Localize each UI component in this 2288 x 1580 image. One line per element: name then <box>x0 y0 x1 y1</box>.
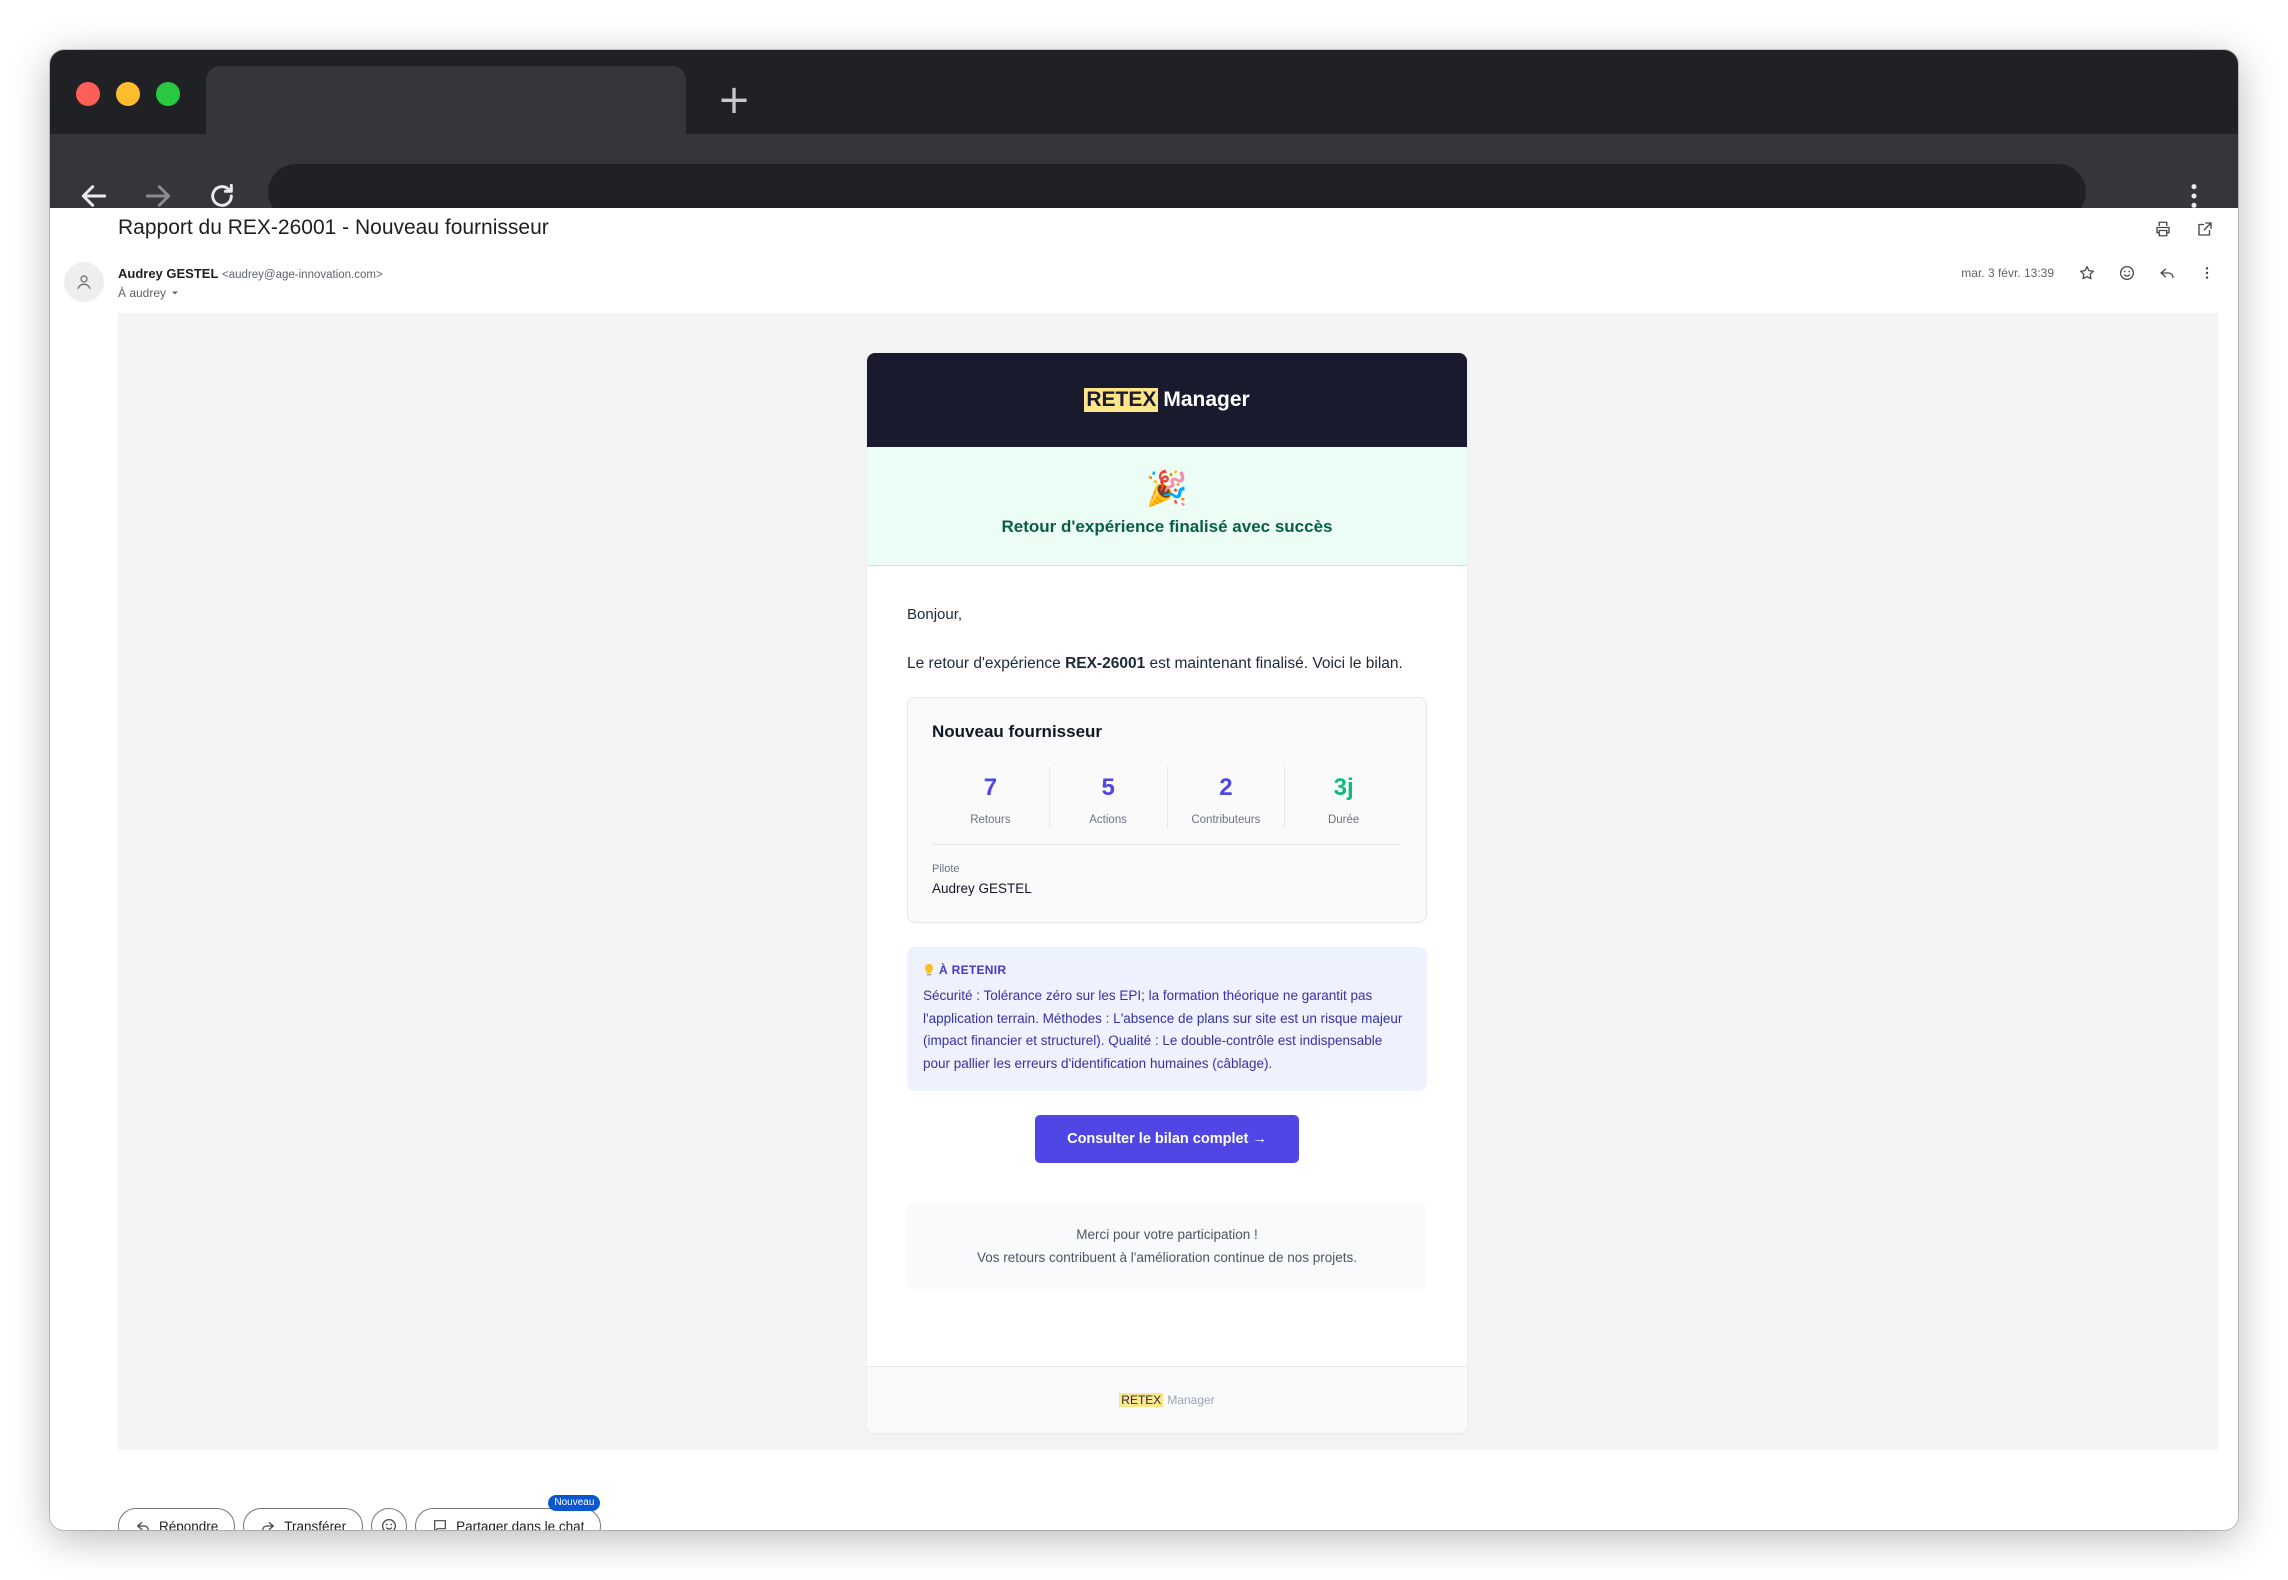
greeting: Bonjour, <box>907 606 963 623</box>
reply-label: Répondre <box>159 1518 219 1531</box>
cta-wrapper: Consulter le bilan complet → <box>907 1115 1427 1163</box>
stat-value: 2 <box>1219 774 1233 801</box>
stat-contributeurs: 2 Contributeurs <box>1168 766 1286 828</box>
card-footer: RETEX Manager <box>867 1366 1467 1433</box>
recipient-dropdown[interactable]: À audrey <box>118 286 180 300</box>
party-popper-icon: 🎉 <box>1145 469 1189 509</box>
stat-value: 7 <box>983 774 998 801</box>
view-full-report-button[interactable]: Consulter le bilan complet → <box>1035 1115 1299 1163</box>
brand-highlight: RETEX <box>1084 388 1159 412</box>
success-banner: 🎉 Retour d'expérience finalisé avec succ… <box>867 447 1467 566</box>
sender-line: Audrey GESTEL <audrey@age-innovation.com… <box>118 266 383 281</box>
card-body: Bonjour, Le retour d'expérience REX-2600… <box>867 566 1467 1289</box>
stat-label: Retours <box>970 814 1011 826</box>
emoji-button[interactable] <box>371 1508 408 1530</box>
stat-value: 3j <box>1333 774 1354 801</box>
summary-box: Nouveau fournisseur 7 Retours 5 Actions <box>907 697 1427 923</box>
pilot-label: Pilote <box>932 863 960 875</box>
rex-code: REX-26001 <box>1065 655 1146 672</box>
new-badge: Nouveau <box>548 1495 601 1511</box>
email-subject: Rapport du REX-26001 - Nouveau fournisse… <box>118 216 549 239</box>
thanks-box: Merci pour votre participation ! Vos ret… <box>907 1203 1427 1289</box>
more-options-icon[interactable] <box>2194 260 2220 286</box>
mail-view: Rapport du REX-26001 - Nouveau fournisse… <box>50 208 2238 1530</box>
smiley-icon <box>382 1518 397 1530</box>
card-header-logo: RETEX Manager <box>867 353 1467 447</box>
banner-title: Retour d'expérience finalisé avec succès <box>1001 517 1333 536</box>
message-meta: mar. 3 févr. 13:39 <box>1961 260 2220 286</box>
intro-after: est maintenant finalisé. Voici le bilan. <box>1145 655 1403 672</box>
stat-value: 5 <box>1101 774 1115 801</box>
forward-label: Transférer <box>284 1518 347 1531</box>
summary-title: Nouveau fournisseur <box>932 722 1103 741</box>
print-icon[interactable] <box>2150 216 2176 242</box>
minimize-window-button[interactable] <box>116 82 140 106</box>
takeaways-heading: À RETENIR <box>923 963 1411 977</box>
chat-bubble-icon <box>434 1520 446 1530</box>
sender-email: <audrey@age-innovation.com> <box>222 269 383 281</box>
forward-button[interactable]: Transférer <box>243 1508 364 1531</box>
stat-retours: 7 Retours <box>932 766 1050 828</box>
message-canvas: RETEX Manager 🎉 Retour d'expérience fina… <box>118 313 2218 1450</box>
intro-text: Le retour d'expérience REX-26001 est mai… <box>907 655 1427 673</box>
browser-window: + Rapport du REX-26001 - Nouveau fournis… <box>50 50 2238 1530</box>
tab-bar: + <box>50 50 2238 134</box>
email-card: RETEX Manager 🎉 Retour d'expérience fina… <box>867 353 1467 1433</box>
caret-down-icon <box>172 291 179 295</box>
stat-label: Durée <box>1327 814 1360 826</box>
sender-name[interactable]: Audrey GESTEL <box>118 266 218 281</box>
forward-arrow-icon <box>262 1522 275 1530</box>
reply-arrow-icon <box>137 1522 149 1530</box>
new-tab-plus-icon[interactable]: + <box>714 80 754 120</box>
takeaways-title: À RETENIR <box>939 963 1007 977</box>
maximize-window-button[interactable] <box>156 82 180 106</box>
reply-actions-bar: Répondre Transférer Partager dans le cha… <box>118 1495 602 1531</box>
stat-duree: 3j Durée <box>1285 766 1402 828</box>
thanks-line-1: Merci pour votre participation ! <box>1076 1227 1258 1242</box>
stat-label: Actions <box>1089 814 1127 826</box>
sender-avatar <box>64 262 104 302</box>
pilot-name: Audrey GESTEL <box>932 881 1032 896</box>
email-date: mar. 3 févr. 13:39 <box>1961 266 2054 280</box>
recipient-label: À audrey <box>118 286 167 300</box>
footer-brand-rest: Manager <box>1167 1393 1215 1407</box>
close-window-button[interactable] <box>76 82 100 106</box>
intro-before: Le retour d'expérience <box>907 655 1066 672</box>
stat-label: Contributeurs <box>1191 814 1261 826</box>
emoji-reaction-icon[interactable] <box>2114 260 2140 286</box>
thanks-line-2: Vos retours contribuent à l'amélioration… <box>976 1250 1358 1265</box>
share-chat-label: Partager dans le chat <box>456 1518 585 1531</box>
stat-actions: 5 Actions <box>1050 766 1168 828</box>
lightbulb-icon <box>925 964 933 976</box>
key-takeaways-box: À RETENIR Sécurité : Tolérance zéro sur … <box>907 947 1427 1091</box>
takeaways-text: Sécurité : Tolérance zéro sur les EPI; l… <box>923 988 1403 1071</box>
reply-button[interactable]: Répondre <box>118 1508 236 1531</box>
subject-actions <box>2150 216 2218 242</box>
open-in-new-window-icon[interactable] <box>2192 216 2218 242</box>
stats-row: 7 Retours 5 Actions 2 Contributeurs 3j D… <box>932 766 1402 845</box>
share-in-chat-button[interactable]: Partager dans le chat Nouveau <box>415 1495 602 1531</box>
reply-icon[interactable] <box>2154 260 2180 286</box>
active-tab[interactable] <box>206 66 686 134</box>
star-icon[interactable] <box>2074 260 2100 286</box>
brand-rest: Manager <box>1163 388 1250 411</box>
footer-brand-highlight: RETEX <box>1119 1393 1164 1407</box>
